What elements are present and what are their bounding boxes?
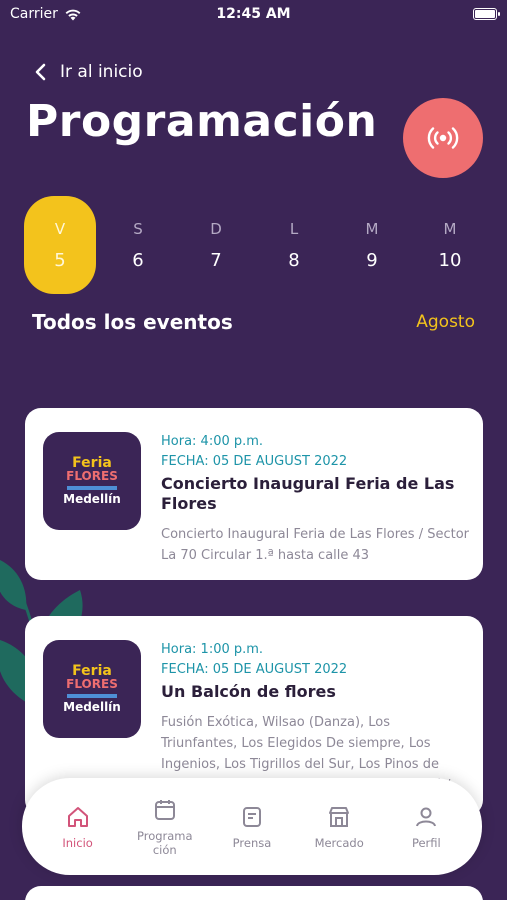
day-of-week: V xyxy=(54,219,66,238)
day-of-week: L xyxy=(289,219,299,238)
day-item[interactable]: D 7 xyxy=(180,196,252,294)
event-date: FECHA: 05 DE AUGUST 2022 xyxy=(161,662,348,677)
event-title: Un Balcón de flores xyxy=(161,682,336,701)
day-of-week: S xyxy=(133,219,143,238)
thumb-text: FLORES xyxy=(66,468,118,483)
day-number: 9 xyxy=(366,249,378,271)
month-selector[interactable]: Agosto xyxy=(416,312,475,332)
tab-prensa[interactable]: Prensa xyxy=(212,804,292,850)
thumb-text: Feria xyxy=(72,662,112,679)
thumb-text: Medellín xyxy=(63,700,121,714)
thumb-stripe xyxy=(67,486,117,490)
day-item[interactable]: S 6 xyxy=(102,196,174,294)
document-icon xyxy=(242,806,261,827)
tab-label: Perfil xyxy=(411,835,441,850)
status-bar: Carrier 12:45 AM xyxy=(0,0,507,28)
section-header: Todos los eventos Agosto xyxy=(32,310,475,334)
tab-label: Programa ción xyxy=(136,828,193,857)
day-number: 6 xyxy=(132,249,144,271)
day-number: 5 xyxy=(54,249,66,271)
day-number: 7 xyxy=(210,249,222,271)
day-of-week: M xyxy=(443,219,457,238)
tab-label: Inicio xyxy=(62,835,93,850)
day-number: 10 xyxy=(438,249,462,271)
day-of-week: D xyxy=(210,219,222,238)
page-title: Programación xyxy=(26,96,378,147)
day-selector: V 5 S 6 D 7 L 8 M 9 M 10 xyxy=(24,196,484,294)
day-item[interactable]: L 8 xyxy=(258,196,330,294)
thumb-stripe xyxy=(67,694,117,698)
event-card[interactable]: Feria FLORES Medellín Hora: 4:00 p.m. FE… xyxy=(25,408,483,580)
event-time: Hora: 4:00 p.m. xyxy=(161,434,264,449)
thumb-text: Medellín xyxy=(63,492,121,506)
tab-inicio[interactable]: Inicio xyxy=(38,804,118,850)
event-info: Hora: 4:00 p.m. FECHA: 05 DE AUGUST 2022… xyxy=(161,432,469,566)
day-item[interactable]: M 9 xyxy=(336,196,408,294)
event-card-partial[interactable] xyxy=(25,886,483,900)
bottom-tab-bar: Inicio Programa ción Prensa Mercado Perf… xyxy=(22,778,482,875)
day-item[interactable]: V 5 xyxy=(24,196,96,294)
tab-perfil[interactable]: Perfil xyxy=(386,804,466,850)
broadcast-icon xyxy=(427,127,459,149)
calendar-icon xyxy=(154,799,175,820)
thumb-text: FLORES xyxy=(66,676,118,691)
tab-label: Prensa xyxy=(232,835,272,850)
section-title: Todos los eventos xyxy=(32,310,233,334)
battery-icon xyxy=(473,8,500,20)
event-description: Concierto Inaugural Feria de Las Flores … xyxy=(161,527,470,563)
tab-label: Mercado xyxy=(314,835,364,850)
event-thumbnail: Feria FLORES Medellín xyxy=(43,432,141,530)
back-link[interactable]: Ir al inicio xyxy=(34,62,143,82)
event-time: Hora: 1:00 p.m. xyxy=(161,642,264,657)
chevron-left-icon xyxy=(35,63,46,81)
event-title: Concierto Inaugural Feria de Las Flores xyxy=(161,474,455,513)
day-item[interactable]: M 10 xyxy=(414,196,486,294)
store-icon xyxy=(329,806,350,827)
status-time: 12:45 AM xyxy=(216,6,291,22)
tab-mercado[interactable]: Mercado xyxy=(299,804,379,850)
event-thumbnail: Feria FLORES Medellín xyxy=(43,640,141,738)
back-label: Ir al inicio xyxy=(60,62,143,82)
home-icon xyxy=(67,806,88,827)
live-radio-button[interactable] xyxy=(403,98,483,178)
event-info: Hora: 1:00 p.m. FECHA: 05 DE AUGUST 2022… xyxy=(161,640,469,796)
tab-programacion[interactable]: Programa ción xyxy=(125,797,205,857)
day-number: 8 xyxy=(288,249,300,271)
day-of-week: M xyxy=(365,219,379,238)
thumb-text: Feria xyxy=(72,454,112,471)
event-date: FECHA: 05 DE AUGUST 2022 xyxy=(161,454,348,469)
user-icon xyxy=(416,807,437,826)
